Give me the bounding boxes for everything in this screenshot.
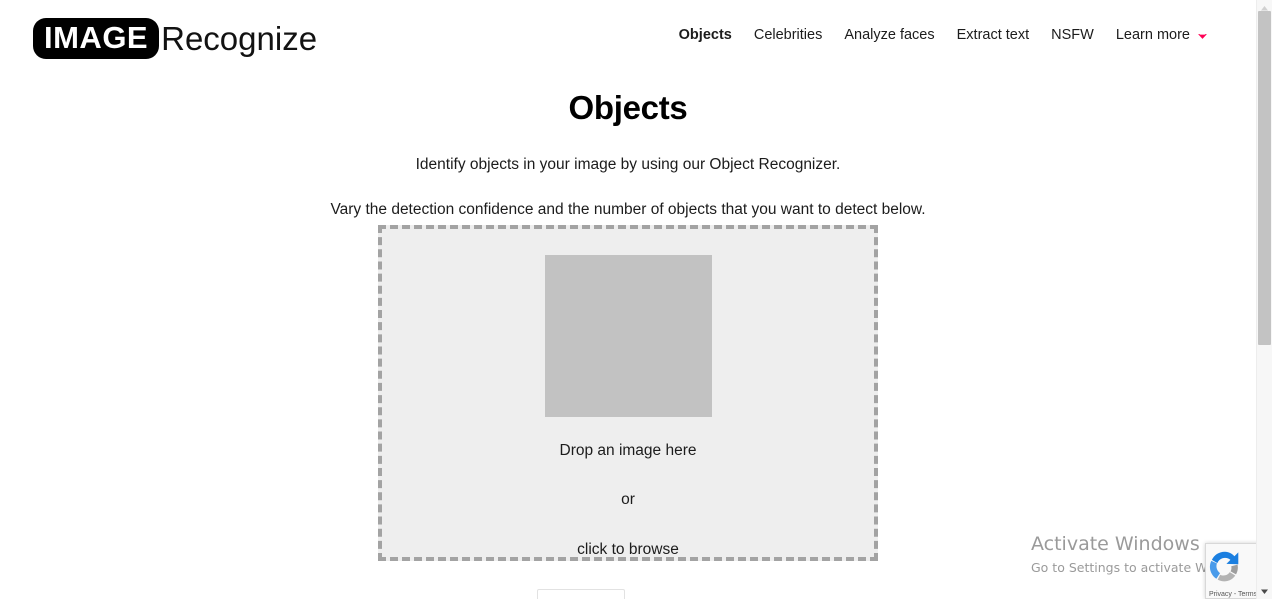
image-dropzone[interactable]: Drop an image here or click to browse	[378, 225, 878, 561]
brand-badge-image: IMAGE	[33, 18, 160, 59]
recaptcha-privacy-terms-links[interactable]: Privacy - Terms	[1206, 591, 1256, 598]
page-description-line-2: Vary the detection confidence and the nu…	[330, 201, 926, 218]
nav-item-extract-text[interactable]: Extract text	[957, 27, 1030, 43]
page-viewport: IMAGE Recognize Objects Celebrities Anal…	[0, 0, 1256, 599]
dropzone-instruction-or: or	[621, 491, 635, 508]
nav-item-objects[interactable]: Objects	[679, 27, 732, 43]
page-title: Objects	[568, 89, 688, 126]
recaptcha-badge[interactable]: Privacy - Terms	[1205, 543, 1256, 599]
nav-item-learn-more[interactable]: Learn more	[1116, 27, 1208, 43]
page-description-line-1: Identify objects in your image by using …	[415, 156, 841, 173]
recaptcha-icon	[1206, 547, 1256, 590]
nav-item-nsfw[interactable]: NSFW	[1051, 27, 1094, 43]
dropzone-instruction-primary: Drop an image here	[559, 441, 697, 459]
scrollbar-track[interactable]	[1257, 345, 1272, 583]
main-navigation: Objects Celebrities Analyze faces Extrac…	[679, 27, 1208, 43]
scroll-down-arrow-icon[interactable]	[1257, 583, 1272, 599]
dropzone-browse-link[interactable]: click to browse	[577, 541, 679, 558]
nav-item-celebrities[interactable]: Celebrities	[754, 27, 823, 43]
nav-item-learn-more-label: Learn more	[1115, 27, 1190, 43]
brand-word-recognize: Recognize	[161, 20, 318, 57]
vertical-scrollbar[interactable]	[1256, 0, 1272, 599]
image-preview-placeholder	[544, 255, 712, 417]
chevron-down-icon	[1197, 30, 1208, 41]
nav-item-analyze-faces[interactable]: Analyze faces	[844, 27, 934, 43]
scrollbar-thumb[interactable]	[1258, 11, 1271, 345]
site-header: IMAGE Recognize Objects Celebrities Anal…	[0, 0, 1256, 75]
detection-setting-field-partial[interactable]	[537, 589, 625, 599]
brand-logo[interactable]: IMAGE Recognize	[33, 18, 317, 59]
main-content: Objects Identify objects in your image b…	[0, 75, 1256, 599]
